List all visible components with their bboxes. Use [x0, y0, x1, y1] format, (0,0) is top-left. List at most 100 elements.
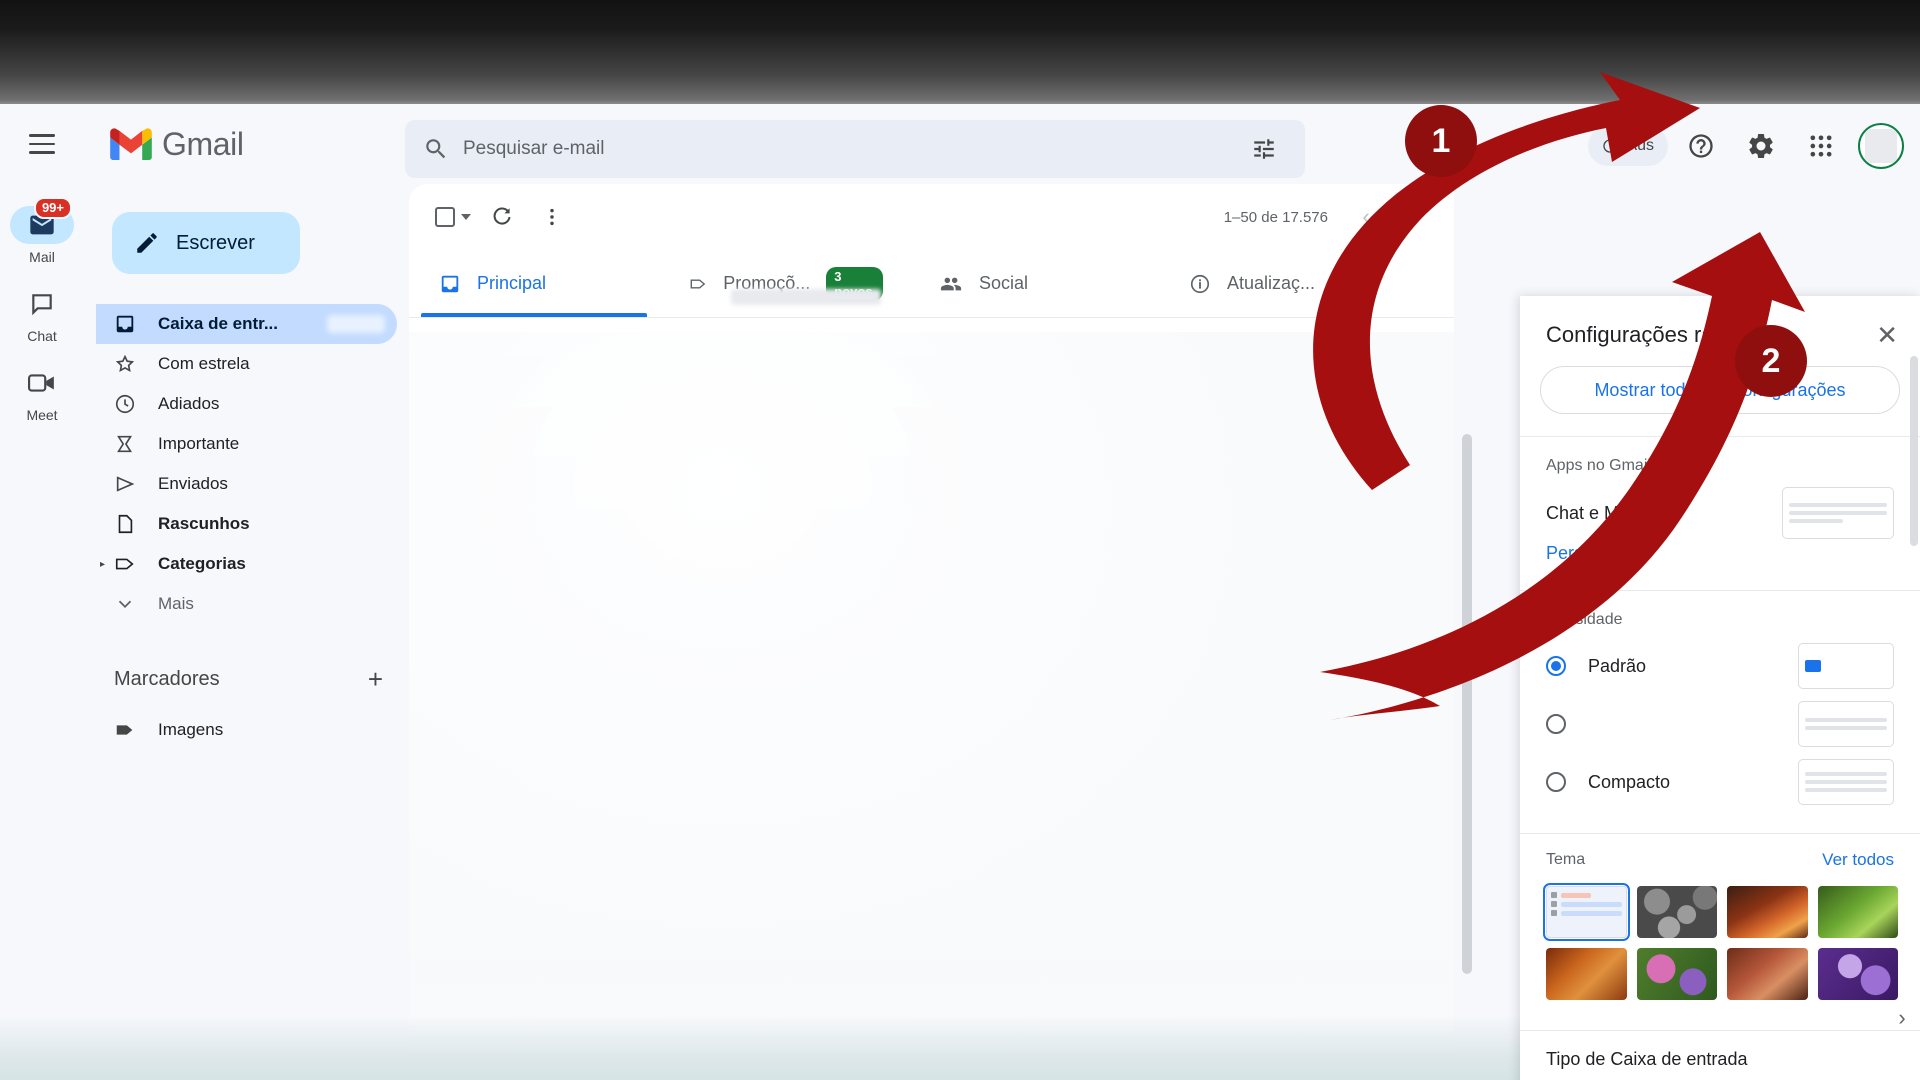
rail-item-mail[interactable]: 99+ Mail: [6, 197, 78, 265]
sidebar-item-important[interactable]: Importante: [96, 424, 397, 464]
theme-thumb-bubbles[interactable]: [1636, 886, 1717, 938]
chevron-right-icon[interactable]: ›: [1394, 195, 1438, 239]
sidebar-item-drafts[interactable]: Rascunhos: [96, 504, 397, 544]
sidebar-label-item-imagens[interactable]: Imagens: [96, 710, 397, 750]
row-content-blurred: [481, 606, 1414, 624]
row-checkbox[interactable]: [435, 766, 455, 787]
gmail-m-icon: [110, 128, 152, 160]
table-row[interactable]: [409, 966, 1454, 1020]
meet-icon-wrap: [10, 364, 74, 402]
close-icon[interactable]: ✕: [1876, 322, 1898, 348]
density-option-compacto[interactable]: Compacto: [1520, 753, 1920, 811]
chevron-right-icon[interactable]: ›: [1888, 1004, 1916, 1032]
density-option-padrao[interactable]: Padrão: [1520, 637, 1920, 695]
apps-grid-icon[interactable]: [1794, 119, 1848, 173]
tab-preview-blurred: [731, 289, 881, 305]
info-icon: [1190, 274, 1210, 293]
theme-thumb-purple[interactable]: [1817, 948, 1898, 1000]
list-scrollbar[interactable]: [1462, 434, 1472, 974]
scrollbar-thumb[interactable]: [1910, 356, 1918, 546]
table-row[interactable]: [409, 858, 1454, 912]
send-icon: [114, 473, 144, 495]
row-checkbox[interactable]: [435, 982, 455, 1003]
table-row[interactable]: [409, 912, 1454, 966]
row-checkbox[interactable]: [435, 712, 455, 733]
rail-item-chat[interactable]: Chat: [6, 285, 78, 344]
row-checkbox[interactable]: [435, 820, 455, 841]
sidebar-item-starred[interactable]: Com estrela: [96, 344, 397, 384]
table-row[interactable]: [409, 750, 1454, 804]
quick-settings-title: Configurações rápidas: [1546, 322, 1767, 347]
tab-principal[interactable]: Principal: [409, 250, 659, 317]
theme-thumb-leaf[interactable]: [1817, 886, 1898, 938]
sidebar-item-categories[interactable]: ▸ Categorias: [96, 544, 397, 584]
refresh-icon[interactable]: [479, 194, 525, 240]
compose-label: Escrever: [176, 231, 255, 254]
table-row[interactable]: [409, 696, 1454, 750]
all-settings-button[interactable]: Mostrar todas as configurações: [1540, 366, 1900, 414]
tune-icon[interactable]: [1241, 126, 1287, 172]
sidebar-label-snoozed: Adiados: [158, 394, 220, 413]
tab-social[interactable]: Social: [909, 250, 1159, 317]
sidebar-item-inbox[interactable]: Caixa de entr...: [96, 304, 397, 344]
tab-promocoes[interactable]: Promoçõ... 3 novos: [659, 250, 909, 317]
help-icon[interactable]: [1674, 119, 1728, 173]
sidebar-item-more[interactable]: Mais: [96, 584, 397, 624]
clock-icon: [114, 393, 144, 415]
search-bar[interactable]: [405, 120, 1305, 178]
density-preview-padrao: [1798, 643, 1894, 689]
chevron-left-icon[interactable]: ‹: [1344, 195, 1388, 239]
support-pill[interactable]: Aus: [1588, 126, 1668, 166]
row-checkbox[interactable]: [435, 874, 455, 895]
chevron-right-icon[interactable]: ▸: [100, 559, 105, 570]
table-row[interactable]: [409, 426, 1454, 480]
row-content-blurred: [481, 984, 1414, 1002]
tab-badge-atualizacoes: 3: [1331, 274, 1355, 293]
theme-thumb-flowers[interactable]: [1636, 948, 1717, 1000]
search-icon: [426, 139, 446, 159]
row-checkbox[interactable]: [435, 334, 455, 355]
sidebar-item-snoozed[interactable]: Adiados: [96, 384, 397, 424]
table-row[interactable]: [409, 372, 1454, 426]
row-checkbox[interactable]: [435, 442, 455, 463]
plus-icon[interactable]: +: [368, 666, 383, 692]
row-checkbox[interactable]: [435, 658, 455, 679]
compose-button[interactable]: Escrever: [112, 212, 300, 274]
table-row[interactable]: [409, 480, 1454, 534]
row-checkbox[interactable]: [435, 928, 455, 949]
search-input[interactable]: [463, 138, 1241, 160]
quick-settings-panel: Configurações rápidas ✕ Mostrar todas as…: [1520, 296, 1920, 1080]
density-option-confortavel[interactable]: [1520, 695, 1920, 753]
table-row[interactable]: [409, 318, 1454, 372]
personalizar-link-apps[interactable]: Personalizar: [1520, 543, 1920, 568]
table-row[interactable]: [409, 588, 1454, 642]
select-all-checkbox[interactable]: [431, 207, 475, 227]
sidebar-item-sent[interactable]: Enviados: [96, 464, 397, 504]
tab-atualizacoes[interactable]: Atualizaç... 3: [1159, 250, 1409, 317]
sidebar-label-drafts: Rascunhos: [158, 514, 250, 533]
theme-thumb-default[interactable]: [1543, 883, 1630, 941]
density-preview-compacto: [1798, 759, 1894, 805]
table-row[interactable]: [409, 642, 1454, 696]
quick-settings-scrollbar[interactable]: [1910, 356, 1918, 1080]
account-avatar[interactable]: [1858, 123, 1904, 169]
mail-unread-badge: 99+: [33, 197, 72, 219]
chevron-down-icon: [114, 593, 144, 615]
rail-label-chat: Chat: [27, 328, 57, 344]
ver-todos-link[interactable]: Ver todos: [1822, 850, 1894, 870]
rail-item-meet[interactable]: Meet: [6, 364, 78, 423]
gmail-logo[interactable]: Gmail: [110, 126, 244, 163]
more-vert-icon[interactable]: [529, 194, 575, 240]
table-row[interactable]: [409, 804, 1454, 858]
row-checkbox[interactable]: [435, 496, 455, 517]
theme-thumb-autumn[interactable]: [1546, 948, 1627, 1000]
theme-thumb-canyon[interactable]: [1727, 886, 1808, 938]
annotation-badge-2: 2: [1735, 325, 1807, 397]
row-checkbox[interactable]: [435, 388, 455, 409]
row-checkbox[interactable]: [435, 550, 455, 571]
gear-icon[interactable]: [1734, 119, 1788, 173]
row-checkbox[interactable]: [435, 604, 455, 625]
theme-thumb-rock[interactable]: [1727, 948, 1808, 1000]
hamburger-icon[interactable]: [18, 120, 66, 168]
table-row[interactable]: [409, 534, 1454, 588]
